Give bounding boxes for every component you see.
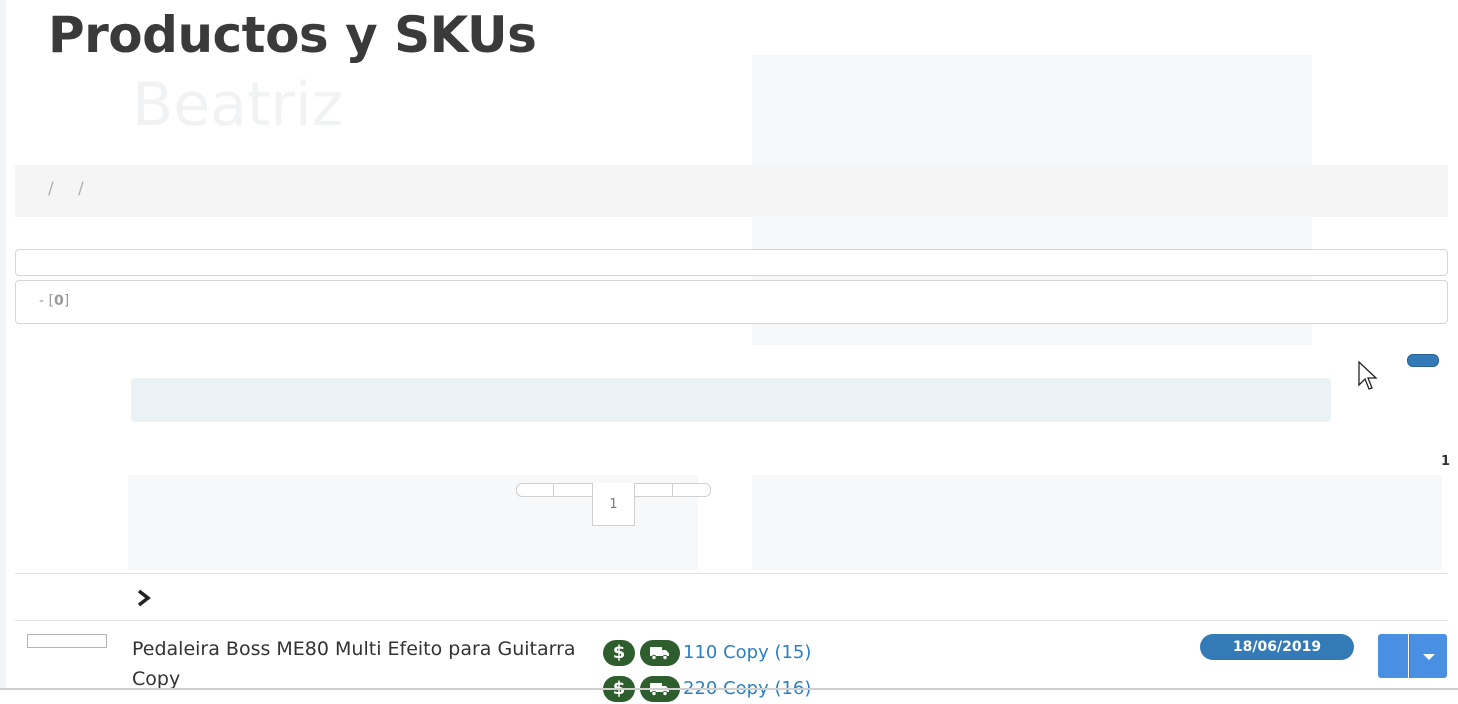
selection-count: 0	[53, 293, 64, 309]
truck-icon	[640, 640, 680, 666]
dollar-icon: $	[603, 640, 635, 666]
pagination-prev[interactable]	[553, 483, 593, 497]
toggle-button[interactable]	[1407, 354, 1439, 367]
date-badge: 18/06/2019 15:13:15	[1200, 634, 1354, 681]
pagination-next[interactable]	[634, 483, 673, 497]
ghost-panel	[752, 475, 1442, 570]
breadcrumb-separator: /	[48, 179, 54, 199]
divider	[15, 620, 1448, 621]
page-title: Productos y SKUs	[48, 6, 537, 64]
product-name[interactable]: Pedaleira Boss ME80 Multi Efeito para Gu…	[132, 634, 592, 694]
mouse-cursor-icon	[1358, 361, 1378, 390]
product-thumbnail	[27, 634, 107, 648]
breadcrumb: / /	[15, 165, 1448, 217]
filter-input[interactable]	[15, 249, 1448, 276]
chevron-right-icon[interactable]	[136, 589, 152, 607]
selection-summary: - [0]	[39, 293, 70, 309]
pagination-current-page[interactable]: 1	[592, 483, 635, 526]
info-alert-bar	[131, 378, 1331, 422]
sku-link[interactable]: 110 Copy (15)	[683, 642, 811, 663]
pagination-first[interactable]	[516, 483, 554, 497]
dropdown-caret-button[interactable]	[1409, 634, 1447, 678]
breadcrumb-separator: /	[78, 179, 84, 199]
pagination-last[interactable]	[672, 483, 711, 497]
left-edge-strip	[0, 0, 6, 690]
action-button[interactable]	[1378, 634, 1408, 678]
selection-panel: - [0]	[15, 280, 1448, 324]
results-count: 1	[1441, 454, 1451, 469]
divider	[15, 573, 1448, 574]
ghost-name: Beatriz	[132, 70, 344, 140]
